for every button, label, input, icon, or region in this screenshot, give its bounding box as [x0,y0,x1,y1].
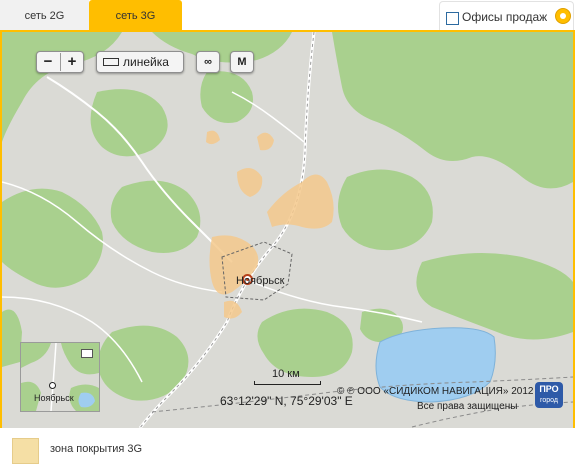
minimap-expand-icon[interactable] [81,349,93,358]
minimap-city-icon [49,382,56,389]
sales-offices-checkbox[interactable] [446,12,459,25]
ruler-button[interactable]: линейка [96,51,184,73]
sales-offices-toggle[interactable]: Офисы продаж [439,1,574,31]
legend: зона покрытия 3G [0,428,575,472]
link-button[interactable]: ∞ [196,51,220,73]
copyright-text: © ℗ ООО «СИДИКОМ НАВИГАЦИЯ» 2012 [337,386,534,397]
rights-text: Все права защищены [417,401,518,412]
legend-label: зона покрытия 3G [50,443,143,455]
ruler-icon [103,58,119,66]
scale-label: 10 км [272,368,300,380]
pro-logo-top: ПРО [539,384,559,394]
coverage-swatch [12,438,39,464]
metro-icon: M [237,56,247,68]
city-label[interactable]: Ноябрьск [236,275,284,287]
zoom-out-button[interactable]: − [37,52,59,72]
link-icon: ∞ [204,56,212,68]
map-viewport[interactable]: − + линейка ∞ M Ноябрьск Ноябрьск 10 км … [0,30,575,430]
coverage-3g [206,130,334,319]
metro-button[interactable]: M [230,51,254,73]
zoom-control: − + [36,51,84,73]
tab-2g[interactable]: сеть 2G [0,0,89,30]
minimap-city-label: Ноябрьск [34,393,74,403]
zoom-in-button[interactable]: + [61,52,83,72]
sales-offices-label[interactable]: Офисы продаж [462,10,547,24]
ruler-label: линейка [123,55,169,69]
network-tabs: сеть 2G сеть 3G Офисы продаж [0,0,575,31]
minimap[interactable]: Ноябрьск [20,342,100,412]
office-pin-icon [555,8,571,24]
pro-gorod-logo[interactable]: ПРО город [535,382,563,408]
pro-logo-bottom: город [539,397,558,404]
scale-bar [254,381,321,385]
tab-3g[interactable]: сеть 3G [89,0,182,30]
coordinates-readout: 63°12'29" N, 75°29'03" E [220,394,353,408]
